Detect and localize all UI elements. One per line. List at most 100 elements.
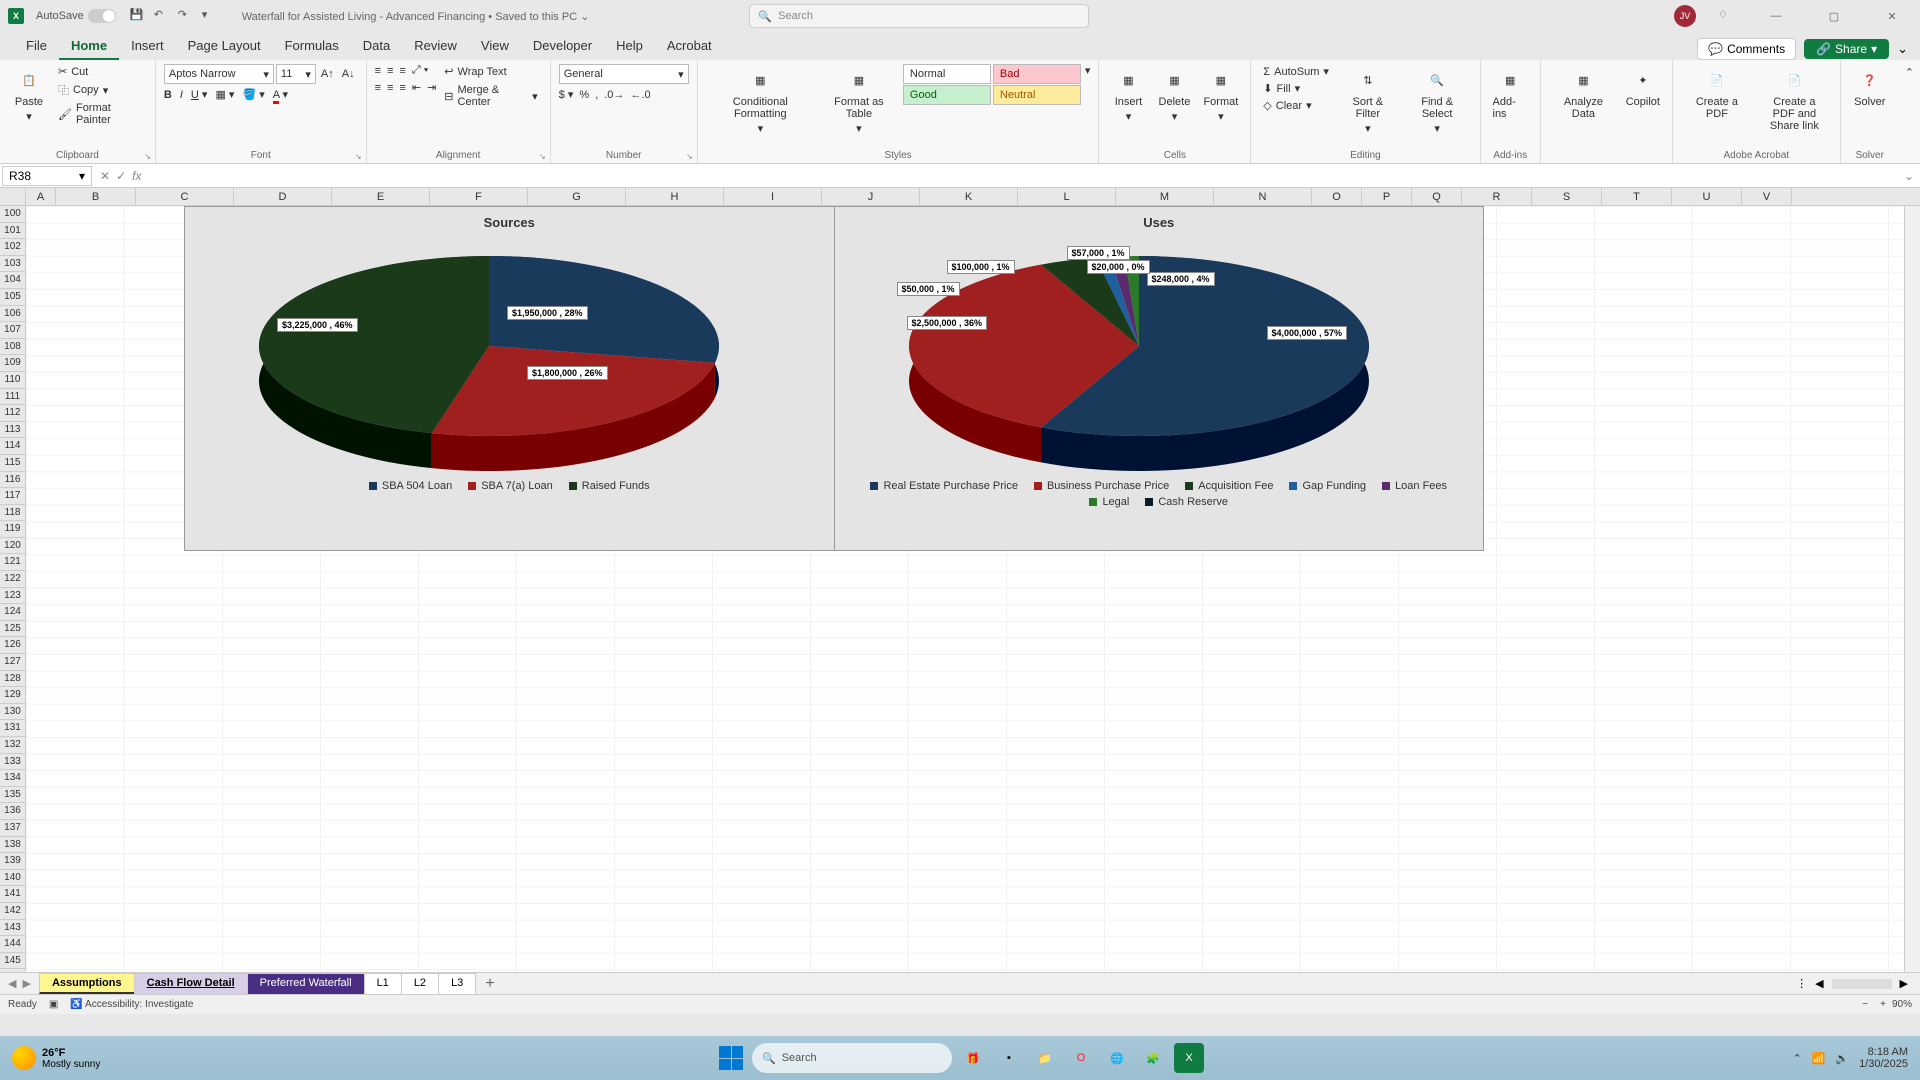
- copilot-button[interactable]: ✦Copilot: [1622, 64, 1664, 110]
- conditional-formatting-button[interactable]: ▦Conditional Formatting ▾: [706, 64, 815, 137]
- column-header[interactable]: L: [1018, 188, 1116, 205]
- column-header[interactable]: V: [1742, 188, 1792, 205]
- increase-decimal-icon[interactable]: .0→: [604, 89, 624, 101]
- italic-button[interactable]: I: [180, 89, 183, 101]
- ribbon-display-options-icon[interactable]: ⌄: [1897, 41, 1908, 57]
- row-header[interactable]: 130: [0, 704, 25, 721]
- format-as-table-button[interactable]: ▦Format as Table ▾: [819, 64, 899, 137]
- worksheet-grid[interactable]: 1001011021031041051061071081091101111121…: [0, 206, 1920, 972]
- tab-page-layout[interactable]: Page Layout: [176, 33, 273, 60]
- taskbar-clock[interactable]: 8:18 AM 1/30/2025: [1859, 1046, 1908, 1070]
- column-header[interactable]: I: [724, 188, 822, 205]
- user-avatar[interactable]: JV: [1674, 5, 1696, 27]
- font-name-combo[interactable]: Aptos Narrow▾: [164, 64, 274, 84]
- column-header[interactable]: K: [920, 188, 1018, 205]
- row-header[interactable]: 144: [0, 936, 25, 953]
- sheet-tab-l1[interactable]: L1: [364, 973, 402, 994]
- row-header[interactable]: 129: [0, 687, 25, 704]
- align-top-icon[interactable]: ≡: [375, 65, 381, 77]
- column-header[interactable]: P: [1362, 188, 1412, 205]
- wrap-text-button[interactable]: ↩Wrap Text: [440, 64, 541, 79]
- tab-formulas[interactable]: Formulas: [273, 33, 351, 60]
- accessibility-status[interactable]: ♿ Accessibility: Investigate: [70, 999, 193, 1010]
- bold-button[interactable]: B: [164, 89, 172, 101]
- select-all-button[interactable]: [0, 188, 26, 205]
- clear-button[interactable]: ◇Clear ▾: [1259, 98, 1333, 113]
- column-header[interactable]: B: [56, 188, 136, 205]
- row-header[interactable]: 105: [0, 289, 25, 306]
- row-header[interactable]: 125: [0, 621, 25, 638]
- row-header[interactable]: 115: [0, 455, 25, 472]
- collapse-ribbon-icon[interactable]: ⌃: [1899, 60, 1920, 163]
- share-button[interactable]: 🔗 Share ▾: [1804, 39, 1889, 59]
- add-sheet-button[interactable]: +: [475, 975, 504, 993]
- accounting-format-icon[interactable]: $ ▾: [559, 88, 574, 101]
- align-bottom-icon[interactable]: ≡: [399, 65, 405, 77]
- tab-insert[interactable]: Insert: [119, 33, 176, 60]
- align-right-icon[interactable]: ≡: [399, 82, 405, 94]
- decrease-decimal-icon[interactable]: ←.0: [630, 89, 650, 101]
- row-header[interactable]: 123: [0, 588, 25, 605]
- clipboard-launcher-icon[interactable]: ↘: [144, 152, 151, 161]
- document-title[interactable]: Waterfall for Assisted Living - Advanced…: [242, 10, 590, 23]
- row-header[interactable]: 116: [0, 472, 25, 489]
- autosave-toggle[interactable]: AutoSave Off: [36, 9, 116, 23]
- start-button[interactable]: [716, 1043, 746, 1073]
- row-header[interactable]: 143: [0, 920, 25, 937]
- hscroll-left-icon[interactable]: ◀: [1815, 977, 1823, 990]
- sheet-tab-cash-flow-detail[interactable]: Cash Flow Detail: [134, 973, 248, 994]
- cells-area[interactable]: Sources $1,950,000 , 28%$1,800,000 , 26%…: [26, 206, 1904, 972]
- row-header[interactable]: 139: [0, 853, 25, 870]
- paste-button[interactable]: 📋 Paste▾: [8, 64, 50, 125]
- autosum-button[interactable]: ΣAutoSum ▾: [1259, 64, 1333, 79]
- tab-review[interactable]: Review: [402, 33, 469, 60]
- tab-help[interactable]: Help: [604, 33, 655, 60]
- column-header[interactable]: E: [332, 188, 430, 205]
- formula-input[interactable]: [147, 174, 1897, 178]
- increase-font-icon[interactable]: A↑: [318, 68, 337, 80]
- merge-center-button[interactable]: ⊟Merge & Center ▾: [440, 83, 541, 109]
- font-size-combo[interactable]: 11▾: [276, 64, 316, 84]
- save-icon[interactable]: 💾: [130, 8, 146, 24]
- chart-container[interactable]: Sources $1,950,000 , 28%$1,800,000 , 26%…: [184, 206, 1484, 551]
- orientation-icon[interactable]: ⤢ ▾: [412, 64, 428, 77]
- enter-formula-icon[interactable]: ✓: [116, 169, 126, 183]
- column-header[interactable]: N: [1214, 188, 1312, 205]
- row-header[interactable]: 137: [0, 820, 25, 837]
- sheet-tab-l3[interactable]: L3: [438, 973, 476, 994]
- create-pdf-button[interactable]: 📄Create a PDF: [1681, 64, 1753, 122]
- tray-volume-icon[interactable]: 🔊: [1835, 1052, 1849, 1065]
- taskbar-weather[interactable]: 26°F Mostly sunny: [12, 1046, 100, 1070]
- row-header[interactable]: 133: [0, 754, 25, 771]
- zoom-out-button[interactable]: −: [1862, 999, 1868, 1010]
- search-input[interactable]: 🔍 Search: [749, 4, 1089, 28]
- sort-filter-button[interactable]: ⇅Sort & Filter ▾: [1337, 64, 1399, 137]
- cut-button[interactable]: ✂Cut: [54, 64, 147, 79]
- number-format-combo[interactable]: General▾: [559, 64, 689, 84]
- column-header[interactable]: R: [1462, 188, 1532, 205]
- row-header[interactable]: 101: [0, 223, 25, 240]
- tab-data[interactable]: Data: [351, 33, 402, 60]
- sheet-tab-assumptions[interactable]: Assumptions: [39, 973, 135, 994]
- vertical-scrollbar[interactable]: [1904, 206, 1920, 972]
- column-header[interactable]: H: [626, 188, 724, 205]
- font-launcher-icon[interactable]: ↘: [355, 152, 362, 161]
- create-pdf-share-button[interactable]: 📄Create a PDF and Share link: [1757, 64, 1832, 134]
- column-header[interactable]: D: [234, 188, 332, 205]
- insert-cells-button[interactable]: ▦Insert ▾: [1107, 64, 1149, 125]
- hscroll-right-icon[interactable]: ▶: [1900, 977, 1908, 990]
- close-button[interactable]: ✕: [1872, 2, 1912, 30]
- chart-sources[interactable]: Sources $1,950,000 , 28%$1,800,000 , 26%…: [185, 207, 835, 550]
- row-header[interactable]: 121: [0, 554, 25, 571]
- column-header[interactable]: C: [136, 188, 234, 205]
- border-button[interactable]: ▦ ▾: [215, 88, 234, 101]
- format-cells-button[interactable]: ▦Format ▾: [1199, 64, 1242, 125]
- percent-format-icon[interactable]: %: [579, 89, 589, 101]
- row-header[interactable]: 138: [0, 837, 25, 854]
- tray-chevron-icon[interactable]: ⌃: [1792, 1052, 1801, 1065]
- cancel-formula-icon[interactable]: ✕: [100, 169, 110, 183]
- row-header[interactable]: 141: [0, 886, 25, 903]
- align-left-icon[interactable]: ≡: [375, 82, 381, 94]
- decrease-indent-icon[interactable]: ⇤: [412, 81, 421, 94]
- number-launcher-icon[interactable]: ↘: [686, 152, 693, 161]
